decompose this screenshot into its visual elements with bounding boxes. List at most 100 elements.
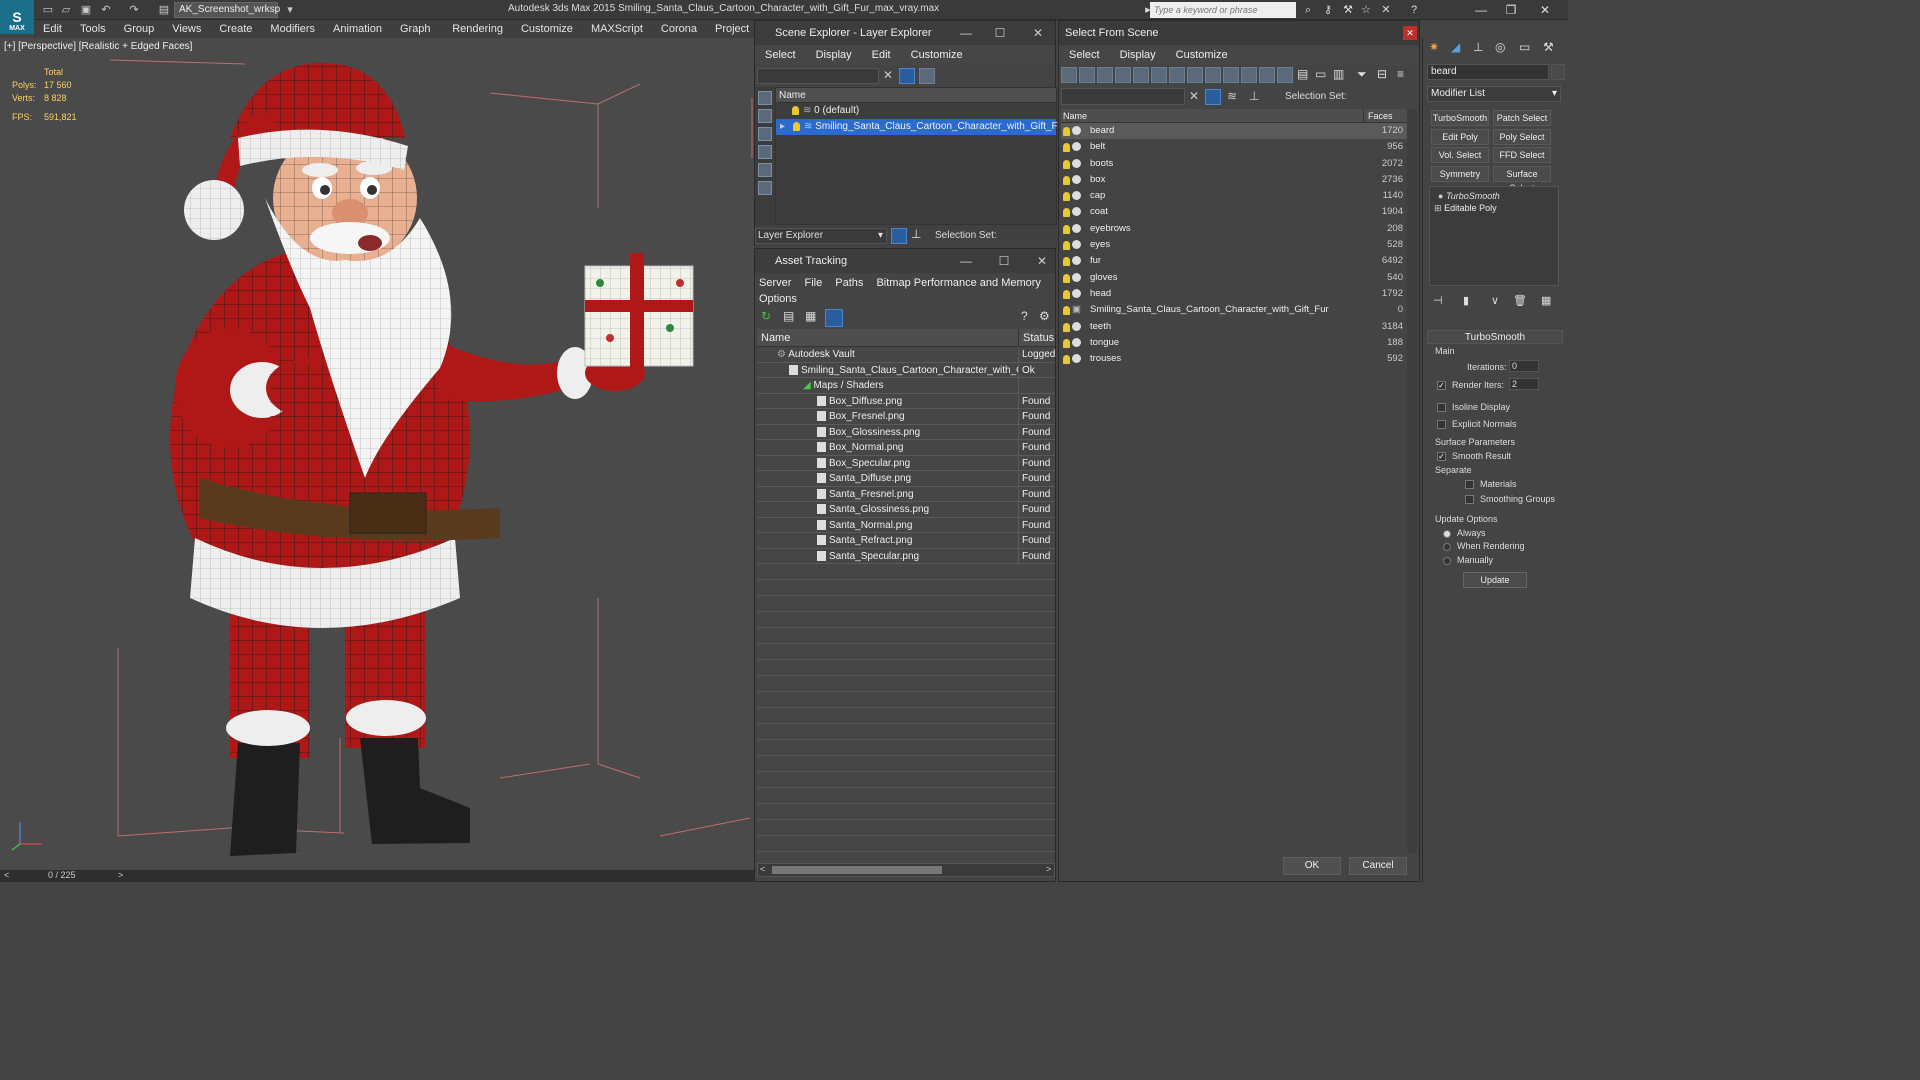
layer-tree-header[interactable]: Name — [776, 88, 1056, 103]
filter-groups-icon[interactable] — [1187, 67, 1203, 83]
group-icon[interactable]: ▣ — [1072, 302, 1081, 318]
freeze-icon[interactable] — [1072, 321, 1081, 331]
col-status-header[interactable]: Status — [1019, 329, 1054, 346]
modify-tab-icon[interactable]: ◢ — [1451, 40, 1460, 54]
filter-frozen-icon[interactable] — [1259, 67, 1275, 83]
asset-row[interactable]: Santa_Normal.png Found — [757, 517, 1055, 533]
layer-row[interactable]: ≋ 0 (default) — [776, 103, 1056, 119]
manually-radio[interactable] — [1443, 556, 1451, 565]
filter-xrefs-icon[interactable] — [1205, 67, 1221, 83]
stack-item-turbosmooth[interactable]: ● TurboSmooth — [1430, 187, 1558, 201]
select-none-icon[interactable]: ▭ — [1315, 67, 1326, 81]
col-name-header[interactable]: Name — [757, 329, 1019, 346]
filter-hidden-icon[interactable] — [1277, 67, 1293, 83]
vol-select-button[interactable]: Vol. Select — [1431, 147, 1489, 163]
asset-row[interactable]: ◢ Maps / Shaders — [757, 378, 1055, 394]
close-search-icon[interactable]: ✕ — [1378, 3, 1394, 17]
at-refresh-icon[interactable]: ↻ — [761, 309, 771, 323]
scrollbar-thumb[interactable] — [772, 866, 942, 874]
se-menu-edit[interactable]: Edit — [862, 45, 901, 65]
asset-row[interactable]: Santa_Refract.png Found — [757, 533, 1055, 549]
menu-graph-editors[interactable]: Graph Editors — [391, 20, 443, 53]
at-menu-paths[interactable]: Paths — [835, 277, 863, 289]
menu-animation[interactable]: Animation — [324, 20, 391, 38]
show-end-result-icon[interactable]: ▮ — [1463, 294, 1469, 307]
se-layer-mode-icon[interactable] — [891, 228, 907, 244]
when-rendering-radio[interactable] — [1443, 542, 1451, 551]
freeze-icon[interactable] — [1072, 337, 1081, 347]
turbosmooth-button[interactable]: TurboSmooth — [1431, 110, 1489, 126]
at-help-icon[interactable]: ? — [1021, 309, 1028, 323]
select-invert-icon[interactable]: ▥ — [1333, 67, 1344, 81]
ffd-select-button[interactable]: FFD Select — [1493, 147, 1551, 163]
keyword-search-input[interactable]: Type a keyword or phrase — [1150, 2, 1296, 18]
sfs-menu-select[interactable]: Select — [1059, 45, 1110, 65]
create-tab-icon[interactable]: ✷ — [1429, 40, 1439, 54]
object-row[interactable]: cap 1140 — [1061, 188, 1407, 204]
at-menu-options[interactable]: Options — [759, 293, 797, 305]
freeze-icon[interactable] — [1072, 223, 1081, 233]
se-menu-display[interactable]: Display — [806, 45, 862, 65]
smoothing-groups-checkbox[interactable] — [1465, 495, 1474, 505]
menu-create[interactable]: Create — [210, 20, 261, 38]
modifier-list-dropdown[interactable]: Modifier List ▾ — [1427, 86, 1561, 102]
update-button[interactable]: Update — [1463, 572, 1527, 588]
perspective-viewport[interactable]: [+] [Perspective] [Realistic + Edged Fac… — [0, 38, 754, 870]
asset-row[interactable]: Santa_Fresnel.png Found — [757, 486, 1055, 502]
poly-select-button[interactable]: Poly Select — [1493, 129, 1551, 145]
se-display-helpers-icon[interactable] — [758, 163, 772, 177]
object-row[interactable]: box 2736 — [1061, 172, 1407, 188]
se-display-cameras-icon[interactable] — [758, 145, 772, 159]
menu-edit[interactable]: Edit — [34, 20, 71, 38]
light-bulb-icon[interactable] — [1063, 143, 1070, 153]
configure-sets-icon[interactable]: ▦ — [1541, 294, 1551, 307]
freeze-icon[interactable] — [1072, 126, 1081, 135]
object-name-field[interactable]: beard — [1427, 64, 1549, 80]
make-unique-icon[interactable]: ∨ — [1491, 294, 1499, 307]
layer-row-selected[interactable]: ▸ ≋ Smiling_Santa_Claus_Cartoon_Character… — [776, 119, 1066, 135]
se-hierarchy-icon[interactable]: ⊥ — [911, 227, 921, 241]
at-horizontal-scrollbar[interactable]: < > — [757, 863, 1055, 877]
materials-checkbox[interactable] — [1465, 480, 1474, 490]
menu-views[interactable]: Views — [163, 20, 210, 38]
workspace-dropdown[interactable]: AK_Screenshot_wrksp ▾ — [174, 2, 280, 29]
always-radio[interactable] — [1443, 529, 1451, 538]
scene-explorer-titlebar[interactable]: Scene Explorer - Layer Explorer — ☐ ✕ — [755, 21, 1055, 45]
asset-row[interactable]: Box_Diffuse.png Found — [757, 393, 1055, 409]
at-table-view-icon[interactable] — [825, 309, 843, 327]
isoline-checkbox[interactable] — [1437, 403, 1446, 413]
smooth-result-checkbox[interactable]: ✓ — [1437, 452, 1446, 462]
menu-tools[interactable]: Tools — [71, 20, 115, 38]
object-color-swatch[interactable] — [1551, 64, 1565, 80]
menu-group[interactable]: Group — [115, 20, 164, 38]
expand-arrow-icon[interactable]: ▸ — [776, 121, 789, 132]
symmetry-button[interactable]: Symmetry — [1431, 166, 1489, 182]
edit-poly-button[interactable]: Edit Poly — [1431, 129, 1489, 145]
app-logo[interactable]: S MAX — [0, 0, 34, 34]
help-icon[interactable]: ? — [1406, 3, 1422, 17]
filter-shapes-icon[interactable] — [1097, 67, 1113, 83]
se-display-objects-icon[interactable] — [758, 91, 772, 105]
light-bulb-icon[interactable] — [1063, 175, 1070, 185]
menu-customize[interactable]: Customize — [512, 20, 582, 38]
asset-row[interactable]: Box_Glossiness.png Found — [757, 424, 1055, 440]
col-name-header[interactable]: Name — [1061, 109, 1363, 122]
freeze-icon[interactable] — [1072, 191, 1081, 201]
motion-tab-icon[interactable]: ◎ — [1495, 40, 1505, 54]
se-filter-icon[interactable] — [899, 68, 915, 84]
light-bulb-icon[interactable] — [1063, 273, 1070, 283]
sfs-clear-search-icon[interactable]: ✕ — [1189, 89, 1199, 103]
redo-icon[interactable]: ↷ — [126, 3, 142, 17]
object-row[interactable]: boots 2072 — [1061, 156, 1407, 172]
freeze-icon[interactable] — [1072, 256, 1081, 266]
restore-button[interactable]: ❐ — [1496, 0, 1526, 20]
freeze-icon[interactable] — [1072, 207, 1081, 217]
time-slider[interactable]: < 0 / 225 > — [0, 870, 754, 882]
sfs-hierarchy-icon[interactable]: ⊥ — [1249, 89, 1259, 103]
se-search-input[interactable] — [757, 68, 879, 84]
se-maximize-button[interactable]: ☐ — [987, 21, 1013, 45]
favorite-star-icon[interactable]: ☆ — [1358, 3, 1374, 17]
hierarchy-icon[interactable]: ⊟ — [1377, 67, 1387, 81]
filter-geometry-icon[interactable] — [1079, 67, 1095, 83]
at-thumbnail-icon[interactable]: ▦ — [805, 309, 816, 323]
